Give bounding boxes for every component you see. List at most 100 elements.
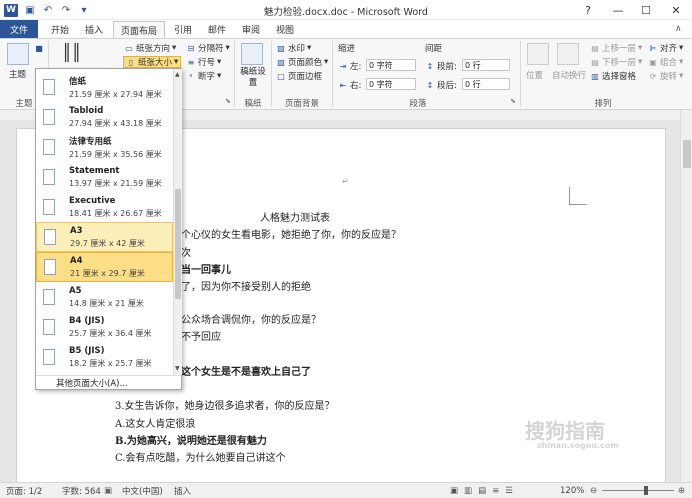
more-paper-sizes-button[interactable]: 其他页面大小(A)... xyxy=(36,375,181,390)
paper-size-option[interactable]: Tabloid 27.94 厘米 x 43.18 厘米 xyxy=(36,102,173,132)
theme-colors-icon[interactable]: ■ xyxy=(34,43,44,53)
scroll-up-icon[interactable]: ▲ xyxy=(175,71,180,78)
draft-view-icon[interactable]: ☰ xyxy=(505,486,513,496)
watermark-subtext: zhinan.sogou.com xyxy=(537,441,619,450)
paper-size-option[interactable]: Statement 13.97 厘米 x 21.59 厘米 xyxy=(36,162,173,192)
group-label-draft: 稿纸 xyxy=(244,99,262,109)
themes-icon[interactable] xyxy=(7,43,29,65)
send-backward-button[interactable]: ▤ 下移一层 ▾ xyxy=(590,56,642,68)
paper-size-option[interactable]: Executive 18.41 厘米 x 26.67 厘米 xyxy=(36,192,173,222)
position-icon[interactable] xyxy=(527,43,549,65)
tab-references[interactable]: 引用 xyxy=(168,20,198,38)
position-button[interactable]: 位置 xyxy=(526,69,543,81)
paper-size-option[interactable]: 信纸 21.59 厘米 x 27.94 厘米 xyxy=(36,72,173,102)
dropdown-arrow-icon: ▾ xyxy=(307,43,312,53)
spacing-after-field[interactable]: 0 行 xyxy=(462,78,510,90)
spacing-heading: 间距 xyxy=(425,44,443,54)
paper-size-option[interactable]: B5 (JIS) 18.2 厘米 x 25.7 厘米 xyxy=(36,342,173,372)
wrap-text-icon[interactable] xyxy=(557,43,579,65)
minimize-button[interactable]: — xyxy=(604,0,632,20)
dropdown-arrow-icon: ▾ xyxy=(174,57,179,67)
dropdown-arrow-icon: ▾ xyxy=(217,71,222,81)
align-button[interactable]: ⊫ 对齐 ▾ xyxy=(648,42,684,54)
zoom-slider[interactable] xyxy=(602,490,674,491)
dropdown-arrow-icon: ▾ xyxy=(172,43,177,53)
dropdown-arrow-icon: ▾ xyxy=(225,43,230,53)
group-label-arrange: 排列 xyxy=(594,99,612,109)
scrollbar-thumb[interactable] xyxy=(683,140,691,168)
paper-size-option[interactable]: 法律专用纸 21.59 厘米 x 35.56 厘米 xyxy=(36,132,173,162)
wrap-text-button[interactable]: 自动换行 xyxy=(552,69,586,81)
zoom-out-icon[interactable]: ⊖ xyxy=(590,485,597,497)
draft-settings-button[interactable]: 稿纸设置 xyxy=(238,67,268,89)
spacing-before-field[interactable]: 0 行 xyxy=(462,59,510,71)
indent-right-label: ⇤ 右: xyxy=(339,80,362,92)
paper-size-option-selected[interactable]: A4 21 厘米 x 29.7 厘米 xyxy=(36,252,173,282)
zoom-level[interactable]: 120% xyxy=(560,485,584,497)
print-layout-icon[interactable]: ▣ xyxy=(450,486,458,496)
group-divider xyxy=(520,41,521,107)
doc-line: 当一回事儿 xyxy=(181,265,231,276)
paper-size-option[interactable]: B4 (JIS) 25.7 厘米 x 36.4 厘米 xyxy=(36,312,173,342)
indent-right-field[interactable]: 0 字符 xyxy=(366,78,416,90)
rotate-button[interactable]: ⟳ 旋转 ▾ xyxy=(648,70,684,82)
selection-pane-button[interactable]: ▥ 选择窗格 xyxy=(590,70,636,83)
dropdown-arrow-icon: ▾ xyxy=(638,43,643,53)
zoom-in-icon[interactable]: ⊕ xyxy=(678,485,685,497)
zoom-slider-thumb[interactable] xyxy=(644,486,648,495)
tab-mailings[interactable]: 邮件 xyxy=(202,20,232,38)
tab-page-layout[interactable]: 页面布局 xyxy=(113,21,165,39)
group-divider xyxy=(271,41,272,107)
line-numbers-button[interactable]: ≡ 行号 ▾ xyxy=(186,56,222,68)
dropdown-scrollbar[interactable]: ▲ ▼ xyxy=(173,69,182,375)
full-screen-reading-icon[interactable]: ▥ xyxy=(464,486,472,496)
proofing-icon[interactable]: ▣ xyxy=(104,485,112,497)
doc-line: 这个女生是不是喜欢上自己了 xyxy=(181,367,311,378)
close-button[interactable]: ✕ xyxy=(662,0,690,20)
dropdown-scroll-thumb[interactable] xyxy=(175,189,181,299)
tab-review[interactable]: 审阅 xyxy=(236,20,266,38)
group-button[interactable]: ▣ 组合 ▾ xyxy=(648,56,683,68)
margins-icon[interactable]: ║║ xyxy=(62,43,81,62)
breaks-button[interactable]: ⊟ 分隔符 ▾ xyxy=(186,42,230,54)
indent-heading: 缩进 xyxy=(338,44,356,54)
tab-home[interactable]: 开始 xyxy=(44,20,76,38)
page-color-button[interactable]: ▨ 页面颜色 ▾ xyxy=(276,56,328,68)
page-icon xyxy=(43,349,55,365)
page-border-button[interactable]: □ 页面边框 xyxy=(276,70,322,83)
tab-insert[interactable]: 插入 xyxy=(78,20,110,38)
page-icon xyxy=(43,169,55,185)
help-button[interactable]: ? xyxy=(574,0,602,20)
maximize-button[interactable]: ☐ xyxy=(632,0,660,20)
word-count[interactable]: 字数: 564 xyxy=(62,485,101,497)
hyphenation-button[interactable]: ᵃ 断字 ▾ xyxy=(186,70,221,82)
paper-size-button[interactable]: ▯ 纸张大小 ▾ xyxy=(123,56,182,68)
group-icon: ▣ xyxy=(649,57,657,67)
page-setup-launcher-icon[interactable]: ⬊ xyxy=(225,97,231,105)
themes-button[interactable]: 主题 xyxy=(9,68,26,80)
indent-left-field[interactable]: 0 字符 xyxy=(366,59,416,71)
paper-size-option[interactable]: A5 14.8 厘米 x 21 厘米 xyxy=(36,282,173,312)
ribbon-collapse-icon[interactable]: ∧ xyxy=(675,24,682,34)
paragraph-launcher-icon[interactable]: ⬊ xyxy=(510,97,516,105)
indent-left-icon: ⇥ xyxy=(339,61,347,71)
orientation-button[interactable]: ▭ 纸张方向 ▾ xyxy=(124,42,176,54)
web-layout-icon[interactable]: ▤ xyxy=(478,486,486,496)
outline-icon[interactable]: ≡ xyxy=(492,486,499,496)
spacing-after-label: ↕ 段后: xyxy=(426,80,457,92)
scroll-down-icon[interactable]: ▼ xyxy=(175,365,180,372)
margin-corner-marker xyxy=(569,187,587,205)
draft-paper-icon[interactable] xyxy=(241,43,263,65)
document-title: 人格魅力测试表 xyxy=(260,213,330,224)
language-indicator[interactable]: 中文(中国) xyxy=(122,485,163,497)
paper-size-option-hover[interactable]: A3 29.7 厘米 x 42 厘米 xyxy=(36,222,173,252)
watermark-button[interactable]: ▧ 水印 ▾ xyxy=(276,42,311,54)
insert-mode[interactable]: 插入 xyxy=(174,485,191,497)
page-indicator[interactable]: 页面: 1/2 xyxy=(6,485,42,497)
paragraph-mark: ↵ xyxy=(342,177,349,186)
vertical-scrollbar[interactable] xyxy=(680,110,692,482)
tab-view[interactable]: 视图 xyxy=(270,20,300,38)
tab-file[interactable]: 文件 xyxy=(0,20,38,38)
group-label-page-background: 页面背景 xyxy=(284,99,319,109)
bring-forward-button[interactable]: ▤ 上移一层 ▾ xyxy=(590,42,642,54)
